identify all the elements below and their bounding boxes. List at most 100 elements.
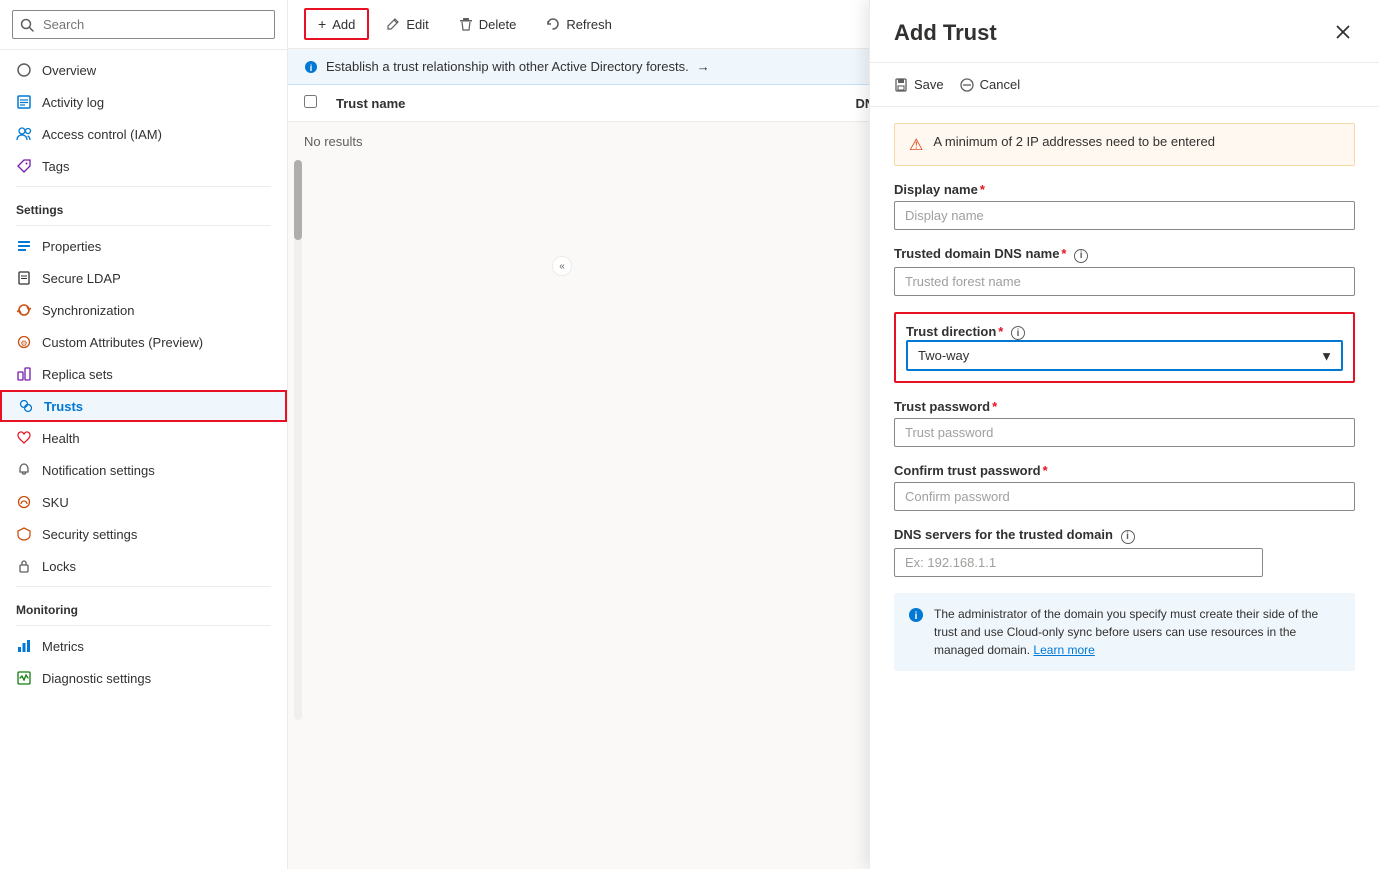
- add-button[interactable]: + Add: [304, 8, 369, 40]
- sidebar-item-properties[interactable]: Properties: [0, 230, 287, 262]
- lock-icon: [16, 558, 32, 574]
- warning-bar: ⚠ A minimum of 2 IP addresses need to be…: [894, 123, 1355, 166]
- dns-servers-label: DNS servers for the trusted domain i: [894, 527, 1355, 544]
- people-icon: [16, 126, 32, 142]
- panel-save-button[interactable]: Save: [894, 73, 944, 96]
- dns-servers-input[interactable]: [894, 548, 1263, 577]
- info-bar-text: Establish a trust relationship with othe…: [326, 59, 689, 74]
- sidebar-label-notification-settings: Notification settings: [42, 463, 155, 478]
- monitoring-section-label: Monitoring: [0, 591, 287, 621]
- trust-direction-info-icon[interactable]: i: [1011, 326, 1025, 340]
- sidebar-collapse-button[interactable]: «: [552, 256, 572, 276]
- save-icon: [894, 78, 908, 92]
- sidebar-item-sku[interactable]: SKU: [0, 486, 287, 518]
- panel-close-button[interactable]: [1331, 20, 1355, 44]
- sidebar-item-activity-log[interactable]: Activity log: [0, 86, 287, 118]
- sidebar-label-synchronization: Synchronization: [42, 303, 135, 318]
- panel-toolbar: Save Cancel: [870, 63, 1379, 107]
- bars-icon: [16, 238, 32, 254]
- replica-icon: [16, 366, 32, 382]
- cancel-label: Cancel: [980, 77, 1020, 92]
- sidebar-item-locks[interactable]: Locks: [0, 550, 287, 582]
- plus-icon: +: [318, 16, 326, 32]
- edit-icon: [386, 17, 400, 31]
- warning-text: A minimum of 2 IP addresses need to be e…: [933, 134, 1215, 149]
- svg-text:i: i: [915, 611, 918, 622]
- trust-direction-select-wrap: Two-way One-way: outgoing One-way: incom…: [906, 340, 1343, 371]
- display-name-input[interactable]: [894, 201, 1355, 230]
- sidebar-item-trusts[interactable]: Trusts: [0, 390, 287, 422]
- activity-icon: [16, 94, 32, 110]
- sidebar-label-secure-ldap: Secure LDAP: [42, 271, 121, 286]
- info-note: i The administrator of the domain you sp…: [894, 593, 1355, 671]
- panel-header: Add Trust: [870, 0, 1379, 63]
- no-results-text: No results: [304, 134, 363, 149]
- sidebar-search-container: [0, 0, 287, 50]
- info-circle-icon: i: [304, 60, 318, 74]
- trust-direction-label: Trust direction* i: [906, 324, 1025, 339]
- confirm-password-label: Confirm trust password*: [894, 463, 1355, 478]
- trust-password-group: Trust password*: [894, 399, 1355, 447]
- sidebar-item-synchronization[interactable]: Synchronization: [0, 294, 287, 326]
- add-label: Add: [332, 17, 355, 32]
- bell-icon: [16, 462, 32, 478]
- svg-text:⚙: ⚙: [20, 339, 27, 348]
- panel-cancel-button[interactable]: Cancel: [960, 73, 1020, 96]
- add-trust-panel: Add Trust Save Cancel ⚠ A minimum of 2 I…: [869, 0, 1379, 869]
- chart-icon: [16, 638, 32, 654]
- custom-attr-icon: ⚙: [16, 334, 32, 350]
- col-trust-name: Trust name: [336, 96, 844, 111]
- select-all-checkbox[interactable]: [304, 95, 317, 108]
- sync-icon: [16, 302, 32, 318]
- svg-text:i: i: [310, 63, 313, 73]
- sidebar-label-custom-attributes: Custom Attributes (Preview): [42, 335, 203, 350]
- diagnostic-icon: [16, 670, 32, 686]
- sidebar-label-replica-sets: Replica sets: [42, 367, 113, 382]
- sidebar-item-overview[interactable]: Overview: [0, 54, 287, 86]
- scrollbar-thumb[interactable]: [294, 160, 302, 240]
- sidebar-item-notification-settings[interactable]: Notification settings: [0, 454, 287, 486]
- confirm-password-input[interactable]: [894, 482, 1355, 511]
- trusted-dns-label: Trusted domain DNS name* i: [894, 246, 1355, 263]
- sidebar-label-activity-log: Activity log: [42, 95, 104, 110]
- sidebar-label-trusts: Trusts: [44, 399, 83, 414]
- sidebar-item-health[interactable]: Health: [0, 422, 287, 454]
- trust-direction-group: Trust direction* i Two-way One-way: outg…: [894, 312, 1355, 384]
- sidebar-label-diagnostic-settings: Diagnostic settings: [42, 671, 151, 686]
- trust-password-input[interactable]: [894, 418, 1355, 447]
- refresh-button[interactable]: Refresh: [533, 10, 625, 39]
- sidebar-item-replica-sets[interactable]: Replica sets: [0, 358, 287, 390]
- dns-servers-info-icon[interactable]: i: [1121, 530, 1135, 544]
- cancel-icon: [960, 78, 974, 92]
- secure-ldap-icon: [16, 270, 32, 286]
- trusted-dns-input[interactable]: [894, 267, 1355, 296]
- heart-icon: [16, 430, 32, 446]
- sidebar-item-custom-attributes[interactable]: ⚙ Custom Attributes (Preview): [0, 326, 287, 358]
- sidebar-label-access-control: Access control (IAM): [42, 127, 162, 142]
- delete-label: Delete: [479, 17, 517, 32]
- confirm-password-group: Confirm trust password*: [894, 463, 1355, 511]
- learn-more-link[interactable]: Learn more: [1033, 643, 1094, 657]
- delete-button[interactable]: Delete: [446, 10, 530, 39]
- trust-direction-select[interactable]: Two-way One-way: outgoing One-way: incom…: [906, 340, 1343, 371]
- trust-password-label: Trust password*: [894, 399, 1355, 414]
- save-label: Save: [914, 77, 944, 92]
- close-icon: [1335, 24, 1351, 40]
- search-input[interactable]: [12, 10, 275, 39]
- edit-label: Edit: [406, 17, 428, 32]
- sidebar-label-tags: Tags: [42, 159, 69, 174]
- sidebar-item-metrics[interactable]: Metrics: [0, 630, 287, 662]
- trusted-dns-group: Trusted domain DNS name* i: [894, 246, 1355, 296]
- sidebar-item-security-settings[interactable]: Security settings: [0, 518, 287, 550]
- edit-button[interactable]: Edit: [373, 10, 441, 39]
- sidebar-item-tags[interactable]: Tags: [0, 150, 287, 182]
- sidebar-item-secure-ldap[interactable]: Secure LDAP: [0, 262, 287, 294]
- trusted-dns-info-icon[interactable]: i: [1074, 249, 1088, 263]
- sidebar: Overview Activity log Access control (IA…: [0, 0, 288, 869]
- warning-icon: ⚠: [909, 135, 923, 155]
- sidebar-label-security-settings: Security settings: [42, 527, 137, 542]
- divider-monitoring-2: [16, 625, 271, 626]
- sidebar-item-diagnostic-settings[interactable]: Diagnostic settings: [0, 662, 287, 694]
- sidebar-item-access-control[interactable]: Access control (IAM): [0, 118, 287, 150]
- display-name-group: Display name*: [894, 182, 1355, 230]
